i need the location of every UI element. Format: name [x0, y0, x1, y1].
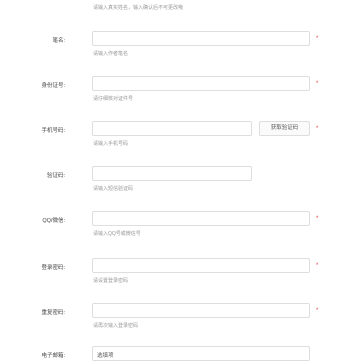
pen-name-label: 笔名:: [52, 38, 65, 44]
repeat-password-input[interactable]: [92, 303, 310, 318]
required-mark: *: [316, 126, 319, 132]
verify-code-label: 验证码:: [46, 173, 65, 179]
email-label: 电子邮箱:: [41, 353, 65, 359]
real-name-hint: 请输入真实姓名，输入确认后不可更改哦: [93, 5, 184, 11]
pen-name-hint: 请输入作者笔名: [93, 51, 129, 57]
id-card-label: 身份证号:: [41, 83, 65, 89]
repeat-password-label: 重复密码:: [41, 310, 65, 316]
phone-hint: 请输入手机号码: [93, 141, 129, 147]
qq-wechat-label: QQ/微信:: [42, 218, 65, 224]
password-input[interactable]: [92, 258, 310, 273]
email-optional-text: 选填项: [97, 353, 114, 359]
qq-wechat-input[interactable]: [92, 211, 310, 226]
required-mark: *: [316, 36, 319, 42]
phone-label: 手机号码:: [41, 128, 65, 134]
password-hint: 请设置登录密码: [93, 278, 129, 284]
phone-input[interactable]: [92, 121, 252, 136]
get-code-button[interactable]: 获取验证码: [259, 121, 310, 136]
verify-code-input[interactable]: [92, 166, 252, 181]
repeat-password-hint: 请再次输入登录密码: [93, 323, 139, 329]
id-card-input[interactable]: [92, 76, 310, 91]
password-label: 登录密码:: [41, 265, 65, 271]
qq-wechat-hint: 请输入QQ号或微信号: [93, 231, 141, 237]
required-mark: *: [316, 81, 319, 87]
email-input[interactable]: [92, 346, 310, 361]
verify-code-hint: 请输入短信验证码: [93, 186, 134, 192]
required-mark: *: [316, 263, 319, 269]
required-mark: *: [316, 308, 319, 314]
registration-form: 请输入真实姓名，输入确认后不可更改哦 笔名: * 请输入作者笔名 身份证号: *…: [0, 0, 360, 361]
pen-name-input[interactable]: [92, 31, 310, 46]
required-mark: *: [316, 216, 319, 222]
id-card-hint: 请仔细核对证件号: [93, 96, 134, 102]
